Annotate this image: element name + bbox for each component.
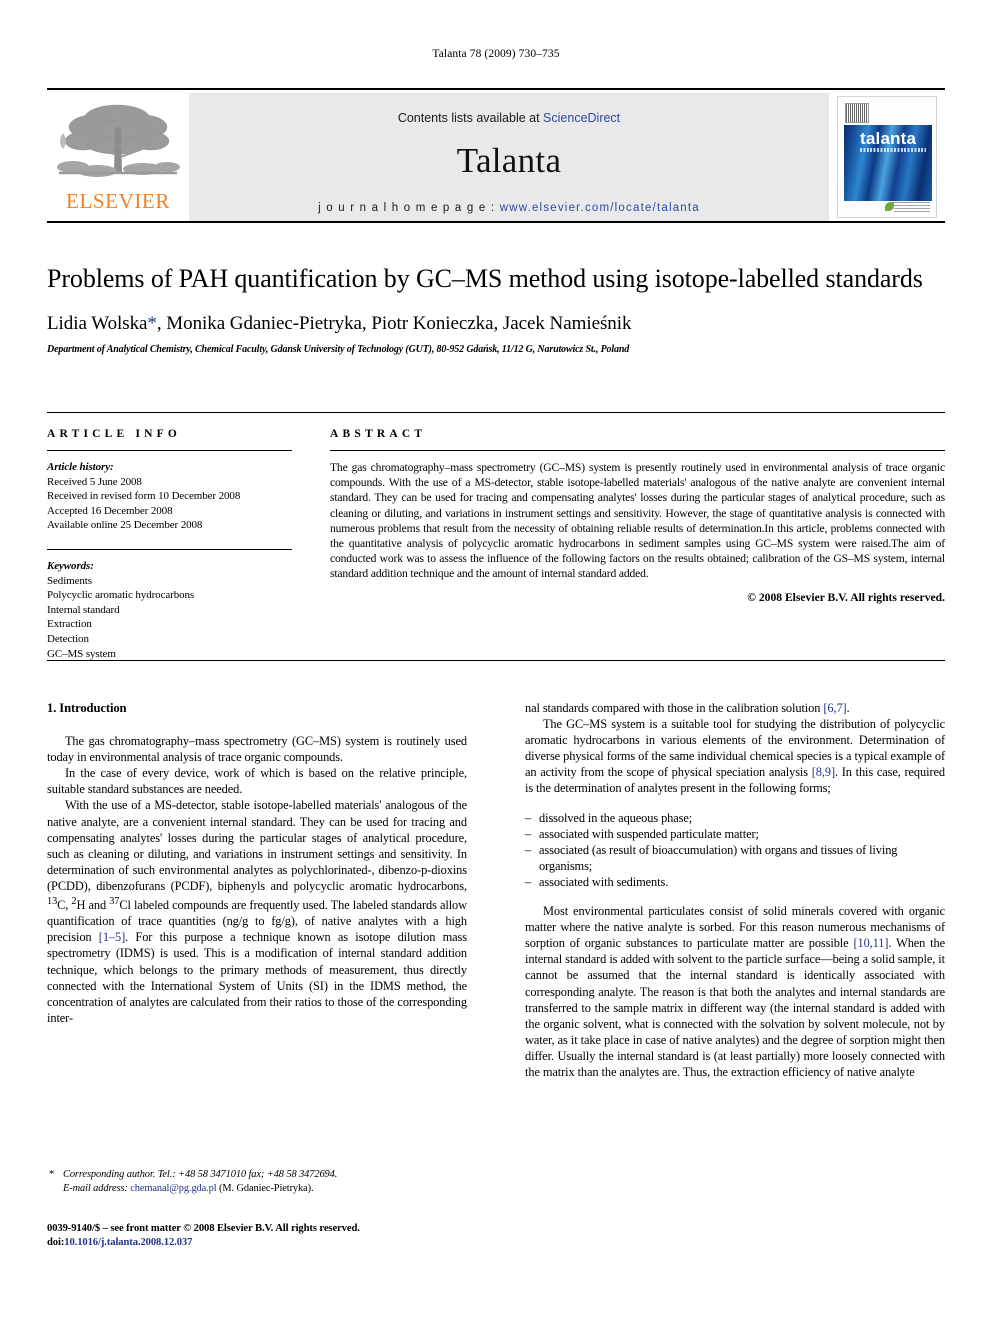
paragraph: With the use of a MS-detector, stable is… [47, 797, 467, 1025]
analyte-forms-list: dissolved in the aqueous phase; associat… [525, 810, 945, 891]
affiliation: Department of Analytical Chemistry, Chem… [47, 344, 630, 355]
email-link[interactable]: chemanal@pg.gda.pl [130, 1183, 216, 1194]
paragraph-part: H and [76, 898, 110, 913]
corresponding-author-marker: * [147, 313, 157, 334]
keyword-item: Polycyclic aromatic hydrocarbons [47, 589, 195, 602]
article-info-column: ARTICLE INFO Article history: Received 5… [47, 428, 292, 661]
cover-footer-mark [894, 200, 930, 212]
doi-link[interactable]: 10.1016/j.talanta.2008.12.037 [64, 1237, 192, 1248]
elsevier-tree-icon [57, 104, 180, 177]
abstract-rule [330, 450, 945, 451]
history-revised: Received in revised form 10 December 200… [47, 490, 241, 503]
sciencedirect-link[interactable]: ScienceDirect [543, 111, 620, 125]
article-info-heading: ARTICLE INFO [47, 428, 182, 440]
keyword-item: Detection [47, 632, 89, 645]
abstract-copyright: © 2008 Elsevier B.V. All rights reserved… [747, 590, 945, 604]
journal-cover-cell: talanta [829, 93, 945, 221]
list-item: dissolved in the aqueous phase; [525, 810, 945, 826]
homepage-label: j o u r n a l h o m e p a g e : [318, 202, 500, 214]
section-heading-introduction: 1. Introduction [47, 701, 127, 715]
author-list: Lidia Wolska*, Monika Gdaniec-Pietryka, … [47, 313, 927, 335]
abstract-heading: ABSTRACT [330, 428, 427, 440]
history-accepted: Accepted 16 December 2008 [47, 504, 173, 517]
citation-link[interactable]: [1–5] [99, 930, 125, 944]
keyword-item: GC–MS system [47, 647, 116, 660]
cover-journal-name: talanta [860, 129, 917, 148]
email-owner: (M. Gdaniec-Pietryka). [216, 1182, 314, 1194]
keyword-item: Internal standard [47, 603, 120, 616]
body-column-right: nal standards compared with those in the… [525, 700, 945, 1080]
imprint-block: 0039-9140/$ – see front matter © 2008 El… [47, 1222, 477, 1250]
paragraph-part: With the use of a MS-detector, stable is… [47, 798, 467, 893]
journal-title: Talanta [456, 141, 562, 180]
paragraph: The GC–MS system is a suitable tool for … [525, 716, 945, 796]
running-head: Talanta 78 (2009) 730–735 [432, 48, 560, 60]
paragraph-part: . When the internal standard is added wi… [525, 936, 946, 1079]
paragraph-part: . For this purpose a technique known as … [47, 930, 467, 1025]
history-received: Received 5 June 2008 [47, 475, 142, 488]
homepage-url-link[interactable]: www.elsevier.com/locate/talanta [500, 202, 700, 214]
keywords-group: Keywords: Sediments Polycyclic aromatic … [47, 559, 292, 661]
info-rule-1 [47, 450, 292, 451]
list-item: associated (as result of bioaccumulation… [525, 842, 945, 874]
contents-available-line: Contents lists available at ScienceDirec… [189, 111, 829, 125]
journal-article-page: Talanta 78 (2009) 730–735 ELSEVIER Conte… [0, 0, 992, 1323]
keyword-item: Sediments [47, 574, 92, 587]
issn-copyright-line: 0039-9140/$ – see front matter © 2008 El… [47, 1223, 360, 1234]
journal-homepage-line: j o u r n a l h o m e p a g e : www.else… [189, 202, 829, 214]
abstract-text: The gas chromatography–mass spectrometry… [330, 461, 945, 581]
paragraph: Most environmental particulates consist … [525, 903, 945, 1080]
citation-link[interactable]: [8,9] [812, 765, 835, 779]
corresponding-author-note: * Corresponding author. Tel.: +48 58 347… [47, 1168, 467, 1195]
footnote-block: * Corresponding author. Tel.: +48 58 347… [47, 1168, 467, 1195]
title-block: Problems of PAH quantification by GC–MS … [47, 262, 927, 355]
paragraph: nal standards compared with those in the… [525, 700, 945, 716]
doi-label: doi: [47, 1237, 65, 1248]
history-online: Available online 25 December 2008 [47, 519, 203, 532]
author-first: Lidia Wolska [47, 313, 148, 334]
info-rule-2 [47, 548, 292, 550]
divider-below-abstract [47, 660, 945, 661]
journal-header-cell: Contents lists available at ScienceDirec… [189, 93, 829, 221]
list-item: associated with sediments. [525, 874, 945, 890]
citation-link[interactable]: [6,7] [823, 701, 846, 715]
doi-line: doi:10.1016/j.talanta.2008.12.037 [47, 1236, 477, 1250]
list-item: associated with suspended particulate ma… [525, 826, 945, 842]
page-title: Problems of PAH quantification by GC–MS … [47, 264, 923, 293]
paragraph-part: . [846, 701, 850, 715]
author-rest: , Monika Gdaniec-Pietryka, Piotr Koniecz… [156, 313, 632, 334]
paragraph-part: C, [57, 898, 72, 913]
divider-above-info [47, 412, 945, 413]
keywords-label: Keywords: [47, 559, 94, 572]
isotope-37: 37 [109, 896, 120, 908]
cover-tagline [860, 148, 926, 152]
corresponding-author-text: Corresponding author. Tel.: +48 58 34710… [63, 1169, 338, 1180]
leaf-icon [885, 202, 894, 211]
article-history-label: Article history: [47, 461, 114, 473]
elsevier-wordmark: ELSEVIER [66, 189, 170, 213]
email-label: E-mail address: [63, 1182, 128, 1194]
article-history-group: Article history: Received 5 June 2008 Re… [47, 460, 292, 533]
isotope-13: 13 [47, 896, 58, 908]
keyword-item: Extraction [47, 618, 92, 631]
contents-prefix: Contents lists available at [397, 111, 544, 125]
abstract-column: ABSTRACT The gas chromatography–mass spe… [330, 428, 945, 604]
citation-link[interactable]: [10,11] [853, 936, 888, 950]
paragraph: In the case of every device, work of whi… [47, 766, 467, 797]
publisher-logo-cell: ELSEVIER [47, 93, 189, 221]
footnote-star-marker: * [49, 1169, 55, 1180]
journal-masthead: ELSEVIER Contents lists available at Sci… [47, 88, 945, 223]
journal-cover-thumbnail[interactable]: talanta [837, 96, 937, 218]
paragraph: The gas chromatography–mass spectrometry… [47, 734, 467, 765]
cover-barcode-icon [845, 103, 869, 123]
paragraph-part: nal standards compared with those in the… [525, 701, 824, 715]
body-column-left: 1. Introduction The gas chromatography–m… [47, 700, 467, 1026]
